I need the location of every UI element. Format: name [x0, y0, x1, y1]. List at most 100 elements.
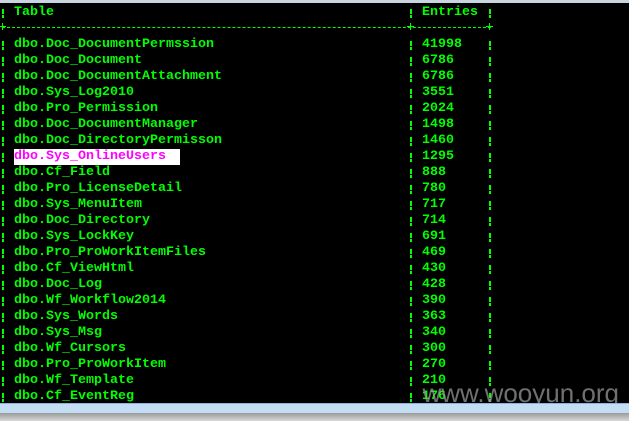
- column-separator: [2, 265, 4, 274]
- entries-cell: 340: [422, 325, 446, 340]
- table-name-cell: dbo.Wf_Workflow2014: [14, 293, 166, 308]
- column-separator: [410, 233, 412, 242]
- column-separator: [2, 153, 4, 162]
- column-separator: [2, 249, 4, 258]
- table-row: dbo.Cf_Field 888: [0, 165, 629, 181]
- column-separator: [489, 169, 491, 178]
- column-separator: [2, 185, 4, 194]
- column-separator: [489, 57, 491, 66]
- table-row: dbo.Pro_Permission 2024: [0, 101, 629, 117]
- table-row: dbo.Cf_ViewHtml 430: [0, 261, 629, 277]
- column-separator: [2, 105, 4, 114]
- entries-cell: 1295: [422, 149, 454, 164]
- table-name-cell: dbo.Pro_ProWorkItem: [14, 357, 166, 372]
- column-separator: [489, 329, 491, 338]
- column-separator: [410, 89, 412, 98]
- entries-cell: 2024: [422, 101, 454, 116]
- header-table: Table: [14, 5, 54, 20]
- table-row: dbo.Doc_DocumentAttachment 6786: [0, 69, 629, 85]
- column-separator: [410, 41, 412, 50]
- table-row: dbo.Sys_LockKey 691: [0, 229, 629, 245]
- table-row: dbo.Pro_LicenseDetail 780: [0, 181, 629, 197]
- column-separator: [489, 73, 491, 82]
- table-row: dbo.Sys_MenuItem 717: [0, 197, 629, 213]
- table-name-cell: dbo.Doc_DocumentPermssion: [14, 37, 214, 52]
- table-name-cell: dbo.Sys_LockKey: [14, 229, 134, 244]
- column-separator: [2, 73, 4, 82]
- entries-cell: 6786: [422, 53, 454, 68]
- column-separator: [2, 201, 4, 210]
- table-name-cell: dbo.Sys_MenuItem: [14, 197, 142, 212]
- table-name-cell: dbo.Cf_Field: [14, 165, 110, 180]
- column-separator: [410, 57, 412, 66]
- column-separator: [410, 361, 412, 370]
- column-separator: [410, 153, 412, 162]
- table-name-cell: dbo.Pro_LicenseDetail: [14, 181, 182, 196]
- table-name-cell: dbo.Sys_Log2010: [14, 85, 134, 100]
- column-separator: [2, 377, 4, 386]
- entries-cell: 270: [422, 357, 446, 372]
- table-name-cell: dbo.Sys_Words: [14, 309, 118, 324]
- column-separator: [410, 313, 412, 322]
- divider-corner: [486, 23, 493, 30]
- column-separator: [410, 201, 412, 210]
- column-separator: [410, 9, 412, 18]
- column-separator: [410, 169, 412, 178]
- entries-cell: 430: [422, 261, 446, 276]
- entries-cell: 300: [422, 341, 446, 356]
- table-name-cell: dbo.Pro_ProWorkItemFiles: [14, 245, 206, 260]
- divider-corner: [407, 23, 414, 30]
- table-row: dbo.Sys_OnlineUsers 1295: [0, 149, 629, 165]
- column-separator: [2, 329, 4, 338]
- column-separator: [489, 265, 491, 274]
- table-row: dbo.Doc_DocumentPermssion 41998: [0, 37, 629, 53]
- column-separator: [410, 121, 412, 130]
- column-separator: [2, 345, 4, 354]
- entries-cell: 469: [422, 245, 446, 260]
- column-separator: [2, 233, 4, 242]
- column-separator: [410, 137, 412, 146]
- column-separator: [489, 153, 491, 162]
- column-separator: [489, 249, 491, 258]
- column-separator: [2, 41, 4, 50]
- table-row: dbo.Pro_ProWorkItem 270: [0, 357, 629, 373]
- column-separator: [489, 201, 491, 210]
- column-separator: [410, 281, 412, 290]
- column-separator: [489, 281, 491, 290]
- entries-cell: 714: [422, 213, 446, 228]
- table-row: dbo.Doc_Log 428: [0, 277, 629, 293]
- entries-cell: 3551: [422, 85, 454, 100]
- column-separator: [2, 281, 4, 290]
- column-separator: [489, 105, 491, 114]
- table-name-cell: dbo.Sys_OnlineUsers: [14, 149, 180, 165]
- column-separator: [2, 297, 4, 306]
- column-separator: [2, 89, 4, 98]
- column-separator: [2, 9, 4, 18]
- column-separator: [2, 137, 4, 146]
- table-name-cell: dbo.Sys_Msg: [14, 325, 102, 340]
- column-separator: [410, 345, 412, 354]
- entries-cell: 780: [422, 181, 446, 196]
- column-separator: [410, 105, 412, 114]
- column-separator: [2, 313, 4, 322]
- table-row: dbo.Wf_Workflow2014 390: [0, 293, 629, 309]
- column-separator: [410, 377, 412, 386]
- entries-cell: 428: [422, 277, 446, 292]
- column-separator: [410, 249, 412, 258]
- column-separator: [489, 233, 491, 242]
- terminal-output: Table Entries dbo.Doc_DocumentPermssion 4…: [0, 3, 629, 404]
- table-name-cell: dbo.Doc_Log: [14, 277, 102, 292]
- column-separator: [410, 217, 412, 226]
- column-separator: [2, 361, 4, 370]
- table-name-cell: dbo.Wf_Cursors: [14, 341, 126, 356]
- table-name-cell: dbo.Doc_DocumentAttachment: [14, 69, 222, 84]
- column-separator: [410, 297, 412, 306]
- table-name-cell: dbo.Pro_Permission: [14, 101, 158, 116]
- entries-cell: 390: [422, 293, 446, 308]
- entries-cell: 888: [422, 165, 446, 180]
- entries-cell: 1498: [422, 117, 454, 132]
- entries-cell: 41998: [422, 37, 462, 52]
- table-row: dbo.Sys_Log2010 3551: [0, 85, 629, 101]
- table-name-cell: dbo.Doc_Directory: [14, 213, 150, 228]
- table-name-cell: dbo.Doc_Document: [14, 53, 142, 68]
